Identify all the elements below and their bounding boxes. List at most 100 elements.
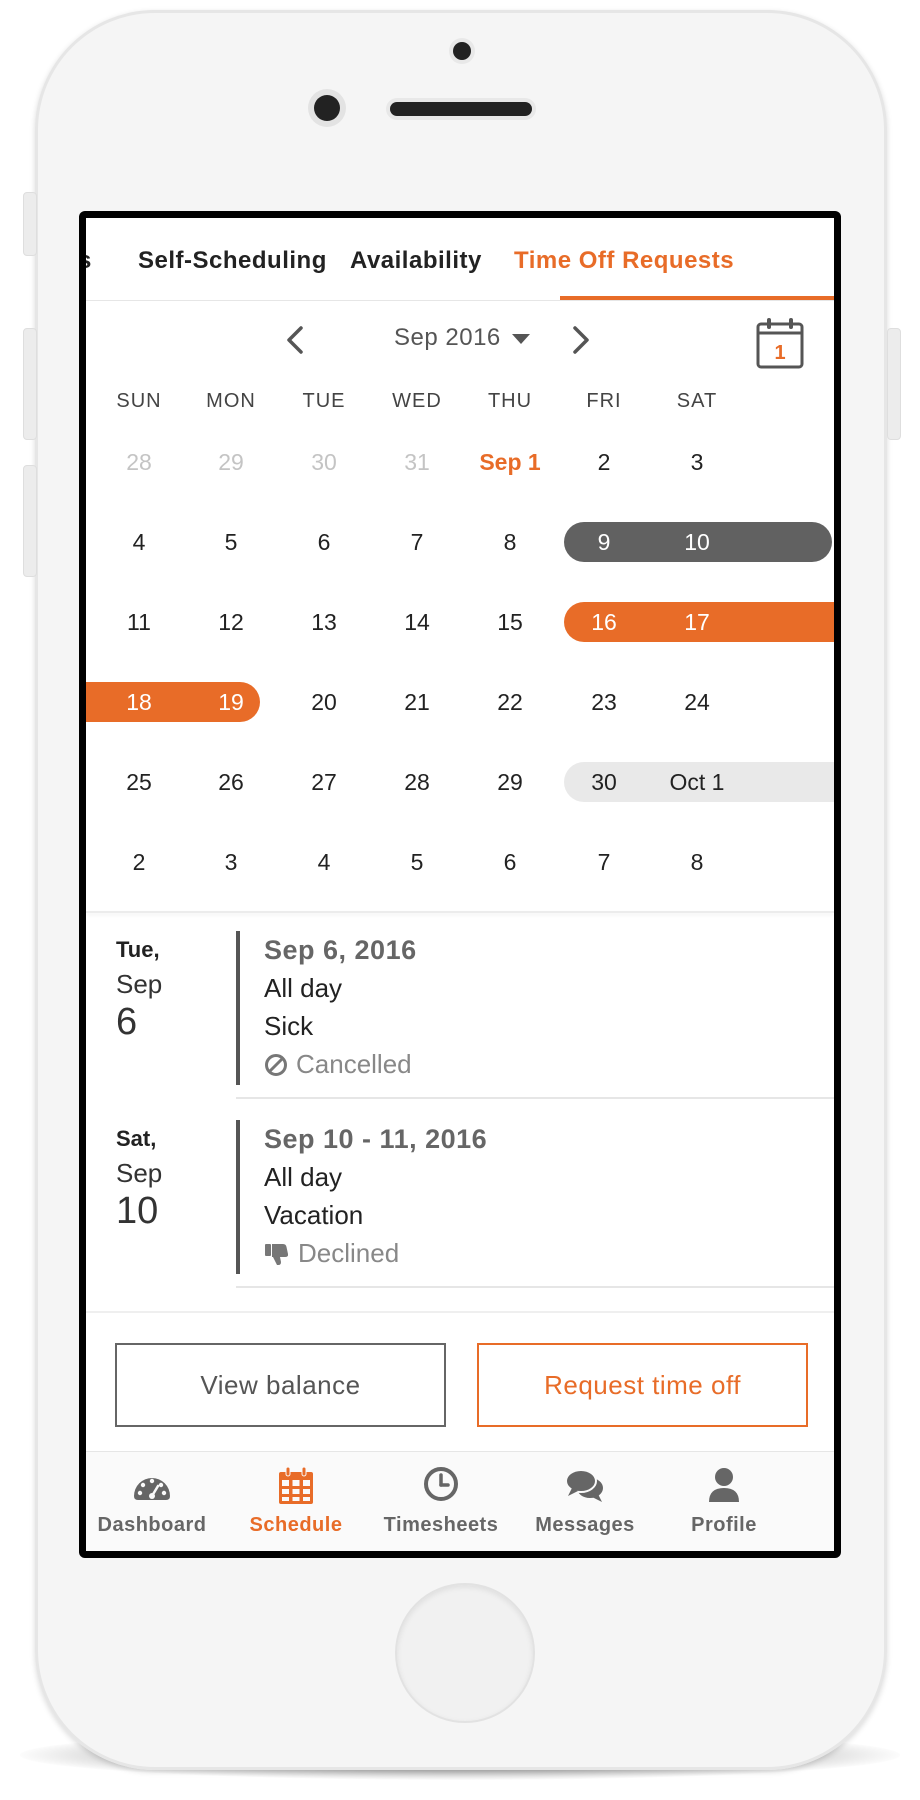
event-divider [236,1097,834,1099]
nav-messages[interactable]: Messages [510,1452,660,1551]
caret-down-icon[interactable] [512,334,530,344]
nav-label: Messages [535,1514,635,1536]
calendar-day[interactable]: 2 [86,842,192,882]
nav-label: Profile [691,1514,757,1536]
tab-self-scheduling[interactable]: Self-Scheduling [138,218,327,300]
weekday-label: SAT [676,390,718,412]
calendar-day[interactable]: 15 [457,602,563,642]
calendar-day[interactable]: 31 [364,442,470,482]
tab-availability[interactable]: Availability [350,218,482,300]
event-time: All day [264,973,343,1003]
calendar-day[interactable]: 30 [271,442,377,482]
nav-schedule[interactable]: Schedule [221,1452,371,1551]
event-accent-bar [236,1120,240,1274]
event-weekday: Tue, [116,937,160,962]
calendar-day[interactable]: 24 [644,682,750,722]
event-accent-bar [236,931,240,1085]
weekday-label: THU [487,390,533,412]
action-bar: View balance Request time off [86,1311,834,1453]
calendar-day[interactable]: 29 [457,762,563,802]
event-month: Sep [116,969,163,999]
chevron-left-icon[interactable] [278,322,314,358]
nav-dashboard[interactable]: Dashboard [86,1452,227,1551]
event-day-number: 10 [116,1190,159,1232]
calendar-day[interactable]: 27 [271,762,377,802]
calendar-day[interactable]: 30 [551,762,657,802]
calendar-day[interactable]: 26 [178,762,284,802]
calendar-day[interactable]: 6 [457,842,563,882]
calendar-day[interactable]: 20 [271,682,377,722]
dashboard-icon [134,1478,170,1500]
calendar-day[interactable]: Oct 1 [644,762,750,802]
event-month: Sep [116,1158,163,1188]
weekday-label: TUE [302,390,346,412]
nav-label: Dashboard [97,1514,207,1536]
weekday-header-row: SUN MON TUE WED THU FRI SAT [86,390,834,420]
clock-icon [424,1467,458,1501]
calendar-day[interactable]: 4 [271,842,377,882]
calendar-week: 2 3 4 5 6 7 8 [86,822,834,902]
tab-partial[interactable]: s [86,218,92,300]
tab-time-off-requests[interactable]: Time Off Requests [514,218,734,300]
calendar-day[interactable]: 7 [364,522,470,562]
time-off-request-item[interactable]: Tue, Sep 6 Sep 6, 2016 All day Sick Canc… [86,915,834,1105]
view-balance-button[interactable]: View balance [115,1343,446,1427]
calendar-day[interactable]: 17 [644,602,750,642]
calendar-day[interactable]: 8 [457,522,563,562]
earpiece-speaker [390,102,532,116]
event-weekday: Sat, [116,1126,157,1151]
calendar-day[interactable]: 16 [551,602,657,642]
nav-profile[interactable]: Profile [649,1452,799,1551]
calendar-day-today[interactable]: Sep 1 [457,442,563,482]
calendar-day[interactable]: 12 [178,602,284,642]
calendar-day[interactable]: 5 [364,842,470,882]
weekday-label: FRI [586,390,622,412]
event-divider [236,1286,834,1288]
app-screen: s Self-Scheduling Availability Time Off … [86,218,834,1551]
calendar-day[interactable]: 11 [86,602,192,642]
event-type: Vacation [264,1200,364,1230]
request-time-off-button[interactable]: Request time off [477,1343,808,1427]
calendar-day[interactable]: 3 [644,442,750,482]
calendar-day[interactable]: 18 [86,682,192,722]
calendar-day[interactable]: 5 [178,522,284,562]
calendar-day[interactable]: 29 [178,442,284,482]
calendar-week: 4 5 6 7 8 9 10 [86,502,834,582]
nav-timesheets[interactable]: Timesheets [366,1452,516,1551]
month-navigation: Sep 2016 1 [86,300,834,380]
nav-label: Schedule [249,1514,343,1536]
event-status-label: Cancelled [296,1049,412,1079]
calendar-day[interactable]: 21 [364,682,470,722]
calendar-week: 11 12 13 14 15 16 17 [86,582,834,662]
calendar-day[interactable]: 25 [86,762,192,802]
calendar-icon [279,1466,313,1504]
front-camera [453,42,471,60]
weekday-label: WED [392,390,442,412]
calendar-day[interactable]: 14 [364,602,470,642]
calendar-week: 25 26 27 28 29 30 Oct 1 [86,742,834,822]
calendar-day[interactable]: 9 [551,522,657,562]
calendar-day[interactable]: 19 [178,682,284,722]
calendar-day[interactable]: 8 [644,842,750,882]
chevron-right-icon[interactable] [562,322,598,358]
calendar-day[interactable]: 28 [364,762,470,802]
calendar-day[interactable]: 3 [178,842,284,882]
calendar-day[interactable]: 13 [271,602,377,642]
today-calendar-icon[interactable]: 1 [755,316,805,370]
nav-label: Timesheets [383,1514,499,1536]
proximity-sensor [314,95,340,121]
bottom-navigation: Dashboard Schedule Timesheets Messages P… [86,1451,834,1551]
home-button[interactable] [395,1583,535,1723]
calendar-week: 18 19 20 21 22 23 24 [86,662,834,742]
calendar-day[interactable]: 4 [86,522,192,562]
month-label[interactable]: Sep 2016 [394,324,501,352]
calendar-day[interactable]: 23 [551,682,657,722]
time-off-request-item[interactable]: Sat, Sep 10 Sep 10 - 11, 2016 All day Va… [86,1104,834,1294]
calendar-day[interactable]: 10 [644,522,750,562]
calendar-day[interactable]: 28 [86,442,192,482]
calendar-day[interactable]: 22 [457,682,563,722]
schedule-tabs: s Self-Scheduling Availability Time Off … [86,218,834,301]
calendar-day[interactable]: 7 [551,842,657,882]
calendar-day[interactable]: 6 [271,522,377,562]
calendar-day[interactable]: 2 [551,442,657,482]
